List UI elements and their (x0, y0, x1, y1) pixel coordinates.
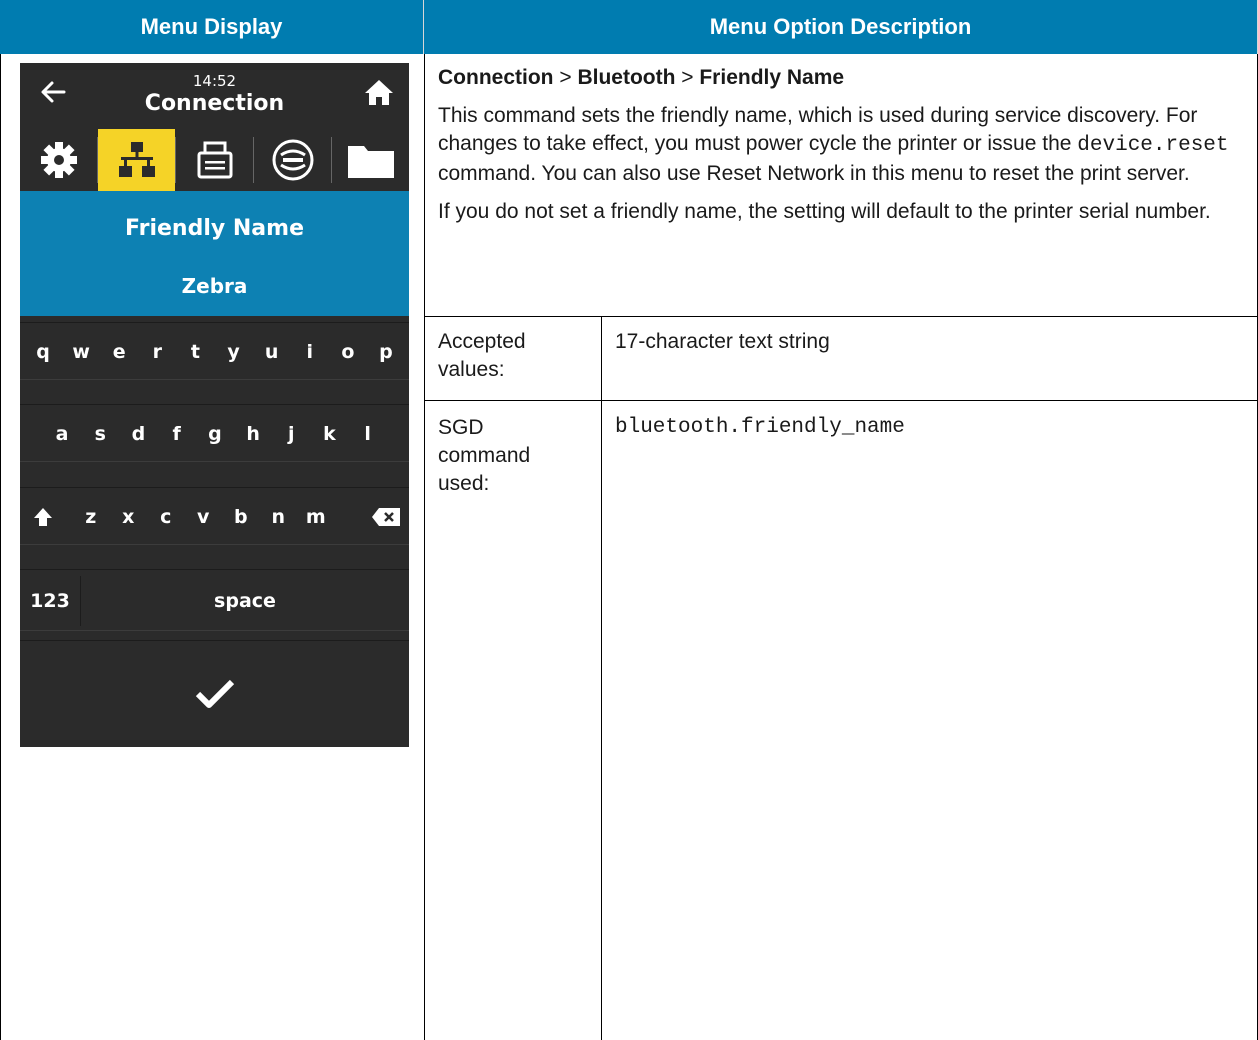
accepted-values-label: Accepted values: (438, 330, 526, 381)
backspace-key[interactable] (366, 488, 406, 546)
tab-settings[interactable] (20, 129, 97, 191)
key-g[interactable]: g (196, 405, 234, 463)
column-divider (424, 54, 425, 1040)
gear-icon (40, 142, 77, 178)
wireless-icon (272, 139, 313, 181)
tab-print[interactable] (176, 129, 253, 191)
table-border-left (0, 54, 1, 1040)
tab-separator (97, 137, 98, 183)
key-q[interactable]: q (24, 323, 62, 381)
field-label: Friendly Name (125, 216, 304, 241)
tab-storage[interactable] (332, 129, 409, 191)
keyboard-row-3: zxcvbnm (20, 487, 409, 545)
clock: 14:52 (192, 72, 237, 90)
key-v[interactable]: v (185, 488, 223, 546)
key-a[interactable]: a (43, 405, 81, 463)
option-description: Connection > Bluetooth > Friendly Name T… (438, 64, 1238, 236)
crumb-bluetooth: Bluetooth (577, 66, 676, 89)
numbers-key[interactable]: 123 (20, 570, 80, 632)
key-m[interactable]: m (297, 488, 335, 546)
key-n[interactable]: n (260, 488, 298, 546)
inner-column-divider (601, 316, 602, 1040)
friendly-name-input[interactable]: Zebra (20, 274, 409, 298)
key-t[interactable]: t (176, 323, 214, 381)
folder-icon (347, 146, 394, 178)
key-y[interactable]: y (215, 323, 253, 381)
key-s[interactable]: s (81, 405, 119, 463)
description-text: command. You can also use Reset Network … (438, 162, 1190, 185)
key-c[interactable]: c (147, 488, 185, 546)
menu-tab-bar (20, 129, 409, 191)
header-menu-display: Menu Display (0, 0, 424, 54)
shift-key[interactable] (24, 488, 62, 546)
description-paragraph-1: This command sets the friendly name, whi… (438, 102, 1238, 188)
tab-connection[interactable] (98, 129, 175, 191)
keyboard-row-4: 123 space (20, 569, 409, 631)
friendly-name-panel: Friendly Name Zebra (20, 191, 409, 316)
inline-command: device.reset (1077, 134, 1229, 157)
key-j[interactable]: j (272, 405, 310, 463)
key-r[interactable]: r (138, 323, 176, 381)
key-h[interactable]: h (234, 405, 272, 463)
keyboard-row-2: asdfghjkl (20, 404, 409, 462)
key-i[interactable]: i (291, 323, 329, 381)
tab-rfid[interactable] (254, 129, 331, 191)
backspace-icon (372, 508, 400, 526)
key-b[interactable]: b (222, 488, 260, 546)
row-divider-2 (424, 400, 1258, 401)
screen-topbar: 14:52 Connection (20, 63, 409, 126)
description-paragraph-2: If you do not set a friendly name, the s… (438, 200, 1211, 223)
key-z[interactable]: z (72, 488, 110, 546)
crumb-separator: > (553, 66, 578, 89)
network-icon (118, 142, 155, 177)
space-key[interactable]: space (81, 570, 409, 632)
header-menu-option-description: Menu Option Description (424, 0, 1258, 54)
confirm-row (20, 640, 409, 747)
accepted-values-value: 17-character text string (615, 330, 830, 353)
screen-title: Connection (144, 91, 285, 116)
key-u[interactable]: u (253, 323, 291, 381)
sgd-command-label: SGD command used: (438, 416, 531, 495)
key-f[interactable]: f (158, 405, 196, 463)
menu-table: Menu Display Menu Option Description 14:… (0, 0, 1258, 1040)
crumb-separator: > (675, 66, 700, 89)
checkmark-icon[interactable] (195, 679, 235, 709)
key-x[interactable]: x (110, 488, 148, 546)
on-screen-keyboard: qwertyuiop asdfghjkl zxcvbnm 123 space (20, 316, 409, 747)
key-e[interactable]: e (100, 323, 138, 381)
keyboard-row-1: qwertyuiop (20, 322, 409, 380)
key-l[interactable]: l (349, 405, 387, 463)
key-d[interactable]: d (119, 405, 157, 463)
tab-separator (175, 137, 176, 183)
key-w[interactable]: w (62, 323, 100, 381)
tab-separator (253, 137, 254, 183)
key-p[interactable]: p (367, 323, 405, 381)
row-divider-1 (424, 316, 1258, 317)
printer-screen: 14:52 Connection Friendly Name Zebra q w… (20, 63, 409, 747)
breadcrumb: Connection > Bluetooth > Friendly Name (438, 64, 1238, 92)
key-o[interactable]: o (329, 323, 367, 381)
home-icon[interactable] (363, 77, 395, 107)
sgd-command-value: bluetooth.friendly_name (615, 416, 905, 439)
shift-arrow-icon (34, 508, 52, 526)
printer-icon (197, 141, 232, 179)
tab-separator (331, 137, 332, 183)
key-k[interactable]: k (310, 405, 348, 463)
crumb-friendly-name: Friendly Name (699, 66, 845, 89)
crumb-connection: Connection (438, 66, 554, 89)
